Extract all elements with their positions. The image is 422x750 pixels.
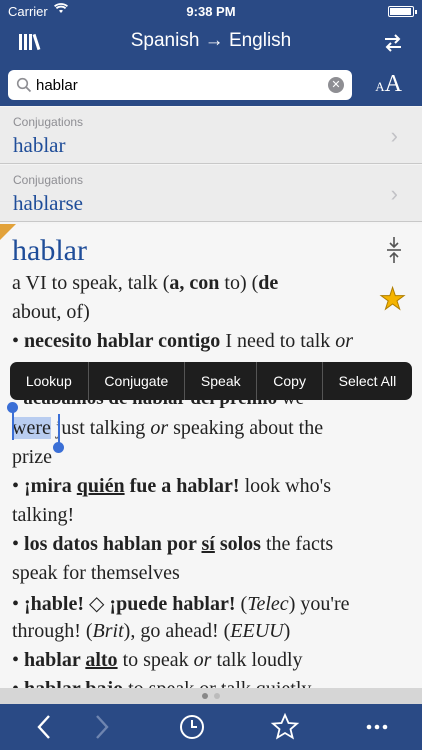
font-size-small-glyph: A (375, 79, 385, 94)
example-line: prize (12, 446, 52, 468)
search-icon (16, 77, 32, 93)
menu-speak[interactable]: Speak (185, 362, 258, 400)
result-subtitle: Conjugations (13, 173, 84, 187)
example-line: through! (Brit), go ahead! (EEUU) (12, 620, 291, 642)
result-word: hablar (13, 133, 66, 157)
definition-line-1: a VI to speak, talk (a, con to) (de (12, 272, 279, 294)
forward-icon[interactable] (86, 712, 116, 742)
battery-icon (388, 6, 417, 17)
menu-select-all[interactable]: Select All (323, 362, 412, 400)
page-indicator[interactable] (0, 688, 422, 704)
font-size-button[interactable]: AA (375, 71, 402, 98)
collapse-arrows-icon[interactable] (384, 236, 404, 264)
search-field[interactable]: ✕ (8, 70, 352, 100)
history-clock-icon[interactable] (177, 712, 207, 742)
example-line: • hablar alto to speak or talk loudly (12, 649, 303, 671)
selection-end-handle[interactable] (53, 442, 64, 453)
menu-copy[interactable]: Copy (257, 362, 323, 400)
result-subtitle: Conjugations (13, 115, 84, 129)
result-row-hablarse[interactable]: Conjugations hablarse › (0, 165, 422, 222)
menu-conjugate[interactable]: Conjugate (89, 362, 186, 400)
example-line: speak for themselves (12, 562, 180, 584)
result-row-hablar[interactable]: Conjugations hablar › (0, 107, 422, 164)
page-dot-active (202, 693, 208, 699)
clock: 9:38 PM (186, 4, 236, 19)
bottom-toolbar (0, 704, 422, 750)
font-size-large-glyph: A (384, 71, 402, 97)
text-selection-menu: Lookup Conjugate Speak Copy Select All (10, 362, 412, 400)
chevron-right-icon: › (390, 123, 398, 148)
entry-headword: hablar (12, 234, 87, 267)
search-bar-area: ✕ AA (0, 66, 422, 106)
result-word: hablarse (13, 191, 83, 215)
definition-line-2: about, of) (12, 301, 90, 323)
back-icon[interactable] (30, 712, 60, 742)
example-line: • necesito hablar contigo I need to talk… (12, 330, 354, 352)
more-icon[interactable] (362, 712, 392, 742)
selection-end-caret (58, 414, 60, 444)
page-dot (214, 693, 220, 699)
navigation-bar: Carrier 9:38 PM Spanish → English (0, 0, 422, 66)
selected-text[interactable]: were (12, 417, 51, 439)
pos-marker: a (12, 272, 21, 294)
search-input[interactable] (36, 74, 326, 96)
dictionary-direction-title[interactable]: Spanish → English (0, 30, 422, 52)
swap-direction-icon[interactable] (382, 32, 404, 54)
clear-search-icon[interactable]: ✕ (328, 77, 344, 93)
example-line: • los datos hablan por sí solos the fact… (12, 533, 334, 555)
example-line: talking! (12, 504, 75, 526)
menu-lookup[interactable]: Lookup (10, 362, 89, 400)
chevron-right-icon: › (390, 181, 398, 206)
example-line: • ¡mira quién fue a hablar! look who's (12, 475, 331, 497)
status-bar: Carrier 9:38 PM (0, 0, 422, 22)
favorite-star-icon[interactable]: ★ (379, 282, 407, 317)
favorites-star-icon[interactable] (270, 712, 300, 742)
example-line: • ¡hable! ◇ ¡puede hablar! (Telec) you'r… (12, 593, 350, 615)
selection-start-caret (12, 412, 14, 440)
part-of-speech: VI (25, 272, 47, 294)
dictionary-entry: hablar ★ a VI to speak, talk (a, con to)… (0, 224, 422, 694)
